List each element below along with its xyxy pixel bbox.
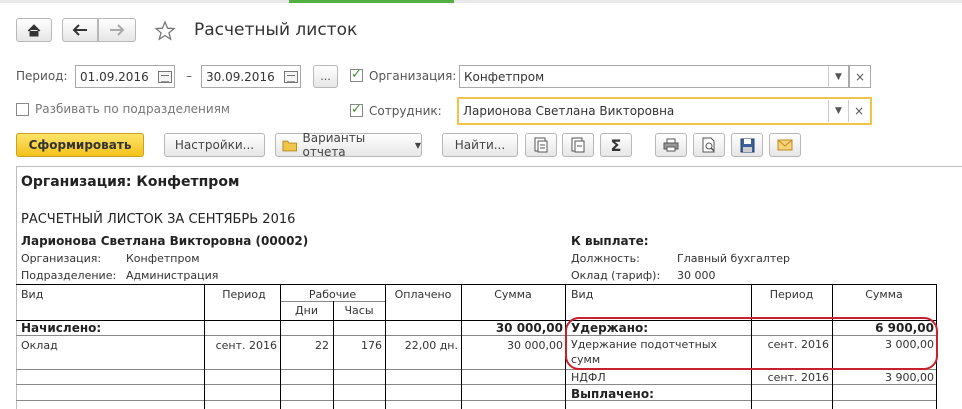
col-header-work: Рабочие <box>308 288 357 301</box>
sigma-icon: Σ <box>610 135 622 155</box>
date-to-value: 30.09.2016 <box>206 69 275 84</box>
salary-value: 30 000 <box>677 269 716 282</box>
close-icon: × <box>854 69 866 84</box>
generate-button[interactable]: Сформировать <box>16 133 144 157</box>
accrual-sum: 30 000,00 <box>507 339 563 352</box>
org-checkbox[interactable] <box>350 67 363 82</box>
arrow-left-icon <box>72 24 87 36</box>
date-to-input[interactable]: 30.09.2016 <box>201 65 301 88</box>
org-dropdown-button[interactable]: ▼ <box>828 65 849 88</box>
forward-button[interactable] <box>98 18 136 42</box>
date-dash: – <box>186 69 192 83</box>
employee-checkbox[interactable] <box>350 102 363 117</box>
chevron-down-icon: ▼ <box>835 106 842 116</box>
home-icon <box>27 23 41 36</box>
employee-label: Сотрудник: <box>369 104 442 118</box>
org-clear-button[interactable]: × <box>849 65 871 88</box>
col-header-paid: Оплачено <box>394 288 452 301</box>
col-header-period-right: Период <box>769 288 814 301</box>
chevron-down-icon: ▼ <box>835 71 842 82</box>
back-button[interactable] <box>62 18 98 42</box>
col-header-period: Период <box>222 288 266 301</box>
paid-out-label: Выплачено: <box>571 387 654 401</box>
accrual-paid: 22,00 дн. <box>404 339 458 352</box>
withhold-row-2-sum: 3 900,00 <box>885 371 934 384</box>
calendar-icon[interactable] <box>284 71 298 83</box>
table-top-line <box>16 284 937 285</box>
position-label: Должность: <box>571 252 640 265</box>
col-header-sum: Сумма <box>494 288 532 301</box>
split-label: Разбивать по подразделениям <box>35 102 230 116</box>
salary-label: Оклад (тариф): <box>571 269 661 282</box>
table-row-line <box>16 384 937 385</box>
report-org-label: Организация: <box>21 252 102 265</box>
date-from-input[interactable]: 01.09.2016 <box>75 65 175 88</box>
active-tab-indicator <box>289 0 454 3</box>
employee-value: Ларионова Светлана Викторовна <box>463 104 675 118</box>
org-value: Конфетпром <box>464 69 545 84</box>
to-pay-label: К выплате: <box>571 234 649 248</box>
collapse-groups-icon <box>571 137 585 153</box>
folder-icon <box>282 140 298 151</box>
col-divider <box>333 301 334 409</box>
save-button[interactable] <box>731 133 763 157</box>
top-strip <box>0 0 962 3</box>
report-dept-label: Подразделение: <box>21 269 117 282</box>
collapse-groups-button[interactable] <box>562 133 594 157</box>
withhold-row-2-vid: НДФЛ <box>571 371 606 384</box>
accrual-hours: 176 <box>361 339 382 352</box>
calendar-icon[interactable] <box>158 71 172 83</box>
sum-button[interactable]: Σ <box>600 133 632 157</box>
accrued-total: 30 000,00 <box>495 321 563 335</box>
expand-groups-button[interactable] <box>525 133 557 157</box>
floppy-disk-icon <box>740 138 754 152</box>
col-header-sum-right: Сумма <box>865 288 903 301</box>
employee-input[interactable]: Ларионова Светлана Викторовна <box>457 97 872 125</box>
print-button[interactable] <box>655 133 687 157</box>
send-email-button[interactable] <box>769 133 801 157</box>
withhold-row-2-period: сент. 2016 <box>767 371 829 384</box>
report-employee: Ларионова Светлана Викторовна (00002) <box>21 234 309 248</box>
home-button[interactable] <box>16 18 52 42</box>
employee-dropdown-button[interactable]: ▼ <box>828 100 848 122</box>
settings-button[interactable]: Настройки... <box>164 133 265 157</box>
report-title: РАСЧЕТНЫЙ ЛИСТОК ЗА СЕНТЯБРЬ 2016 <box>21 212 296 227</box>
accrual-vid: Оклад <box>21 339 58 352</box>
close-icon: × <box>853 104 865 118</box>
position-value: Главный бухгалтер <box>677 252 790 265</box>
arrow-right-icon <box>110 24 125 36</box>
col-header-vid: Вид <box>21 288 44 301</box>
accrual-days: 22 <box>315 339 329 352</box>
date-from-value: 01.09.2016 <box>80 69 149 84</box>
highlight-annotation <box>565 317 938 370</box>
report-variants-label: Варианты отчета <box>302 131 366 159</box>
find-button[interactable]: Найти... <box>442 133 518 157</box>
org-label: Организация: <box>369 69 457 83</box>
report-org-header: Организация: Конфетпром <box>21 174 240 190</box>
split-checkbox[interactable] <box>16 103 29 116</box>
favorite-star-icon[interactable] <box>154 20 176 42</box>
report-variants-button[interactable]: Варианты отчета ▼ <box>275 131 422 159</box>
period-label: Период: <box>16 69 68 83</box>
table-row-line <box>16 400 937 401</box>
report-org-value: Конфетпром <box>126 252 200 265</box>
expand-groups-icon <box>534 137 548 153</box>
chevron-down-icon: ▼ <box>414 140 421 150</box>
print-preview-button[interactable] <box>693 133 725 157</box>
col-header-hours: Часы <box>344 304 374 317</box>
printer-icon <box>663 138 679 152</box>
employee-clear-button[interactable]: × <box>848 100 869 122</box>
period-choose-button[interactable]: ... <box>313 65 338 88</box>
org-input[interactable]: Конфетпром <box>459 65 849 88</box>
accrued-label: Начислено: <box>21 321 102 335</box>
col-header-days: Дни <box>295 304 318 317</box>
col-header-vid-right: Вид <box>571 288 594 301</box>
print-preview-icon <box>702 137 715 153</box>
window-title: Расчетный листок <box>194 20 358 40</box>
report-dept-value: Администрация <box>126 269 219 282</box>
envelope-icon <box>777 139 793 151</box>
accrual-period: сент. 2016 <box>215 339 277 352</box>
